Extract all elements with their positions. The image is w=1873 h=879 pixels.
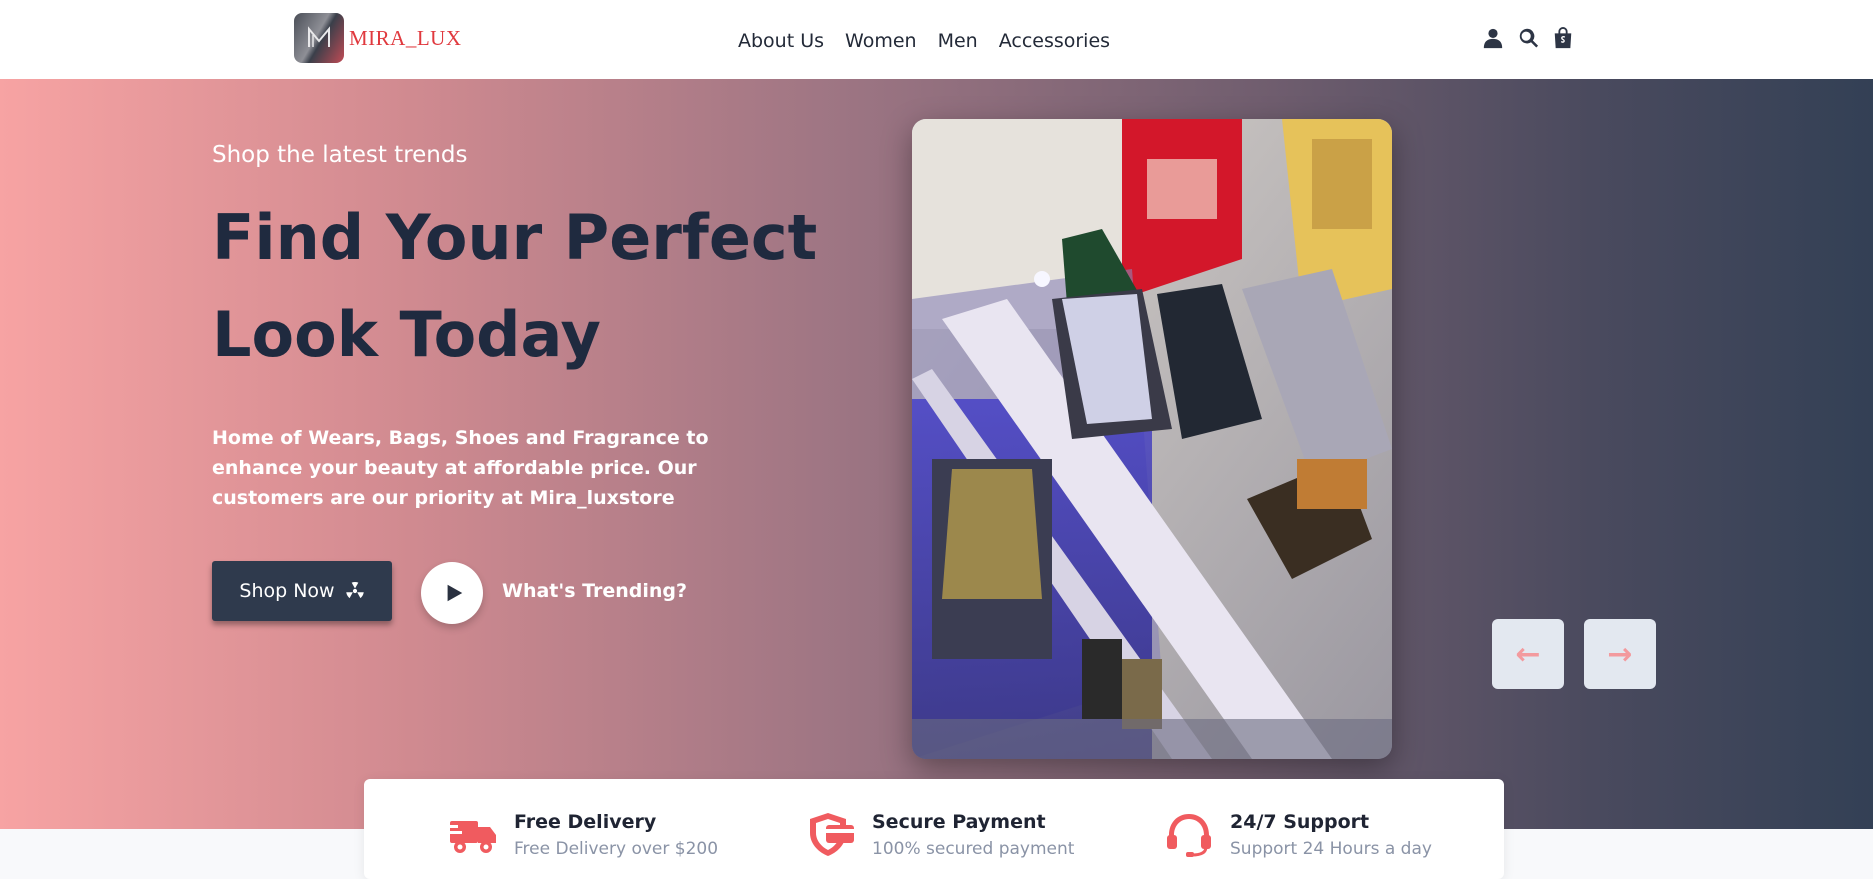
feature-free-delivery: Free Delivery Free Delivery over $200 (448, 811, 718, 859)
nav-item-accessories[interactable]: Accessories (999, 30, 1110, 52)
store-interior-photo (912, 119, 1392, 759)
whats-trending-link[interactable]: What's Trending? (502, 580, 687, 602)
feature-secure-payment: Secure Payment 100% secured payment (806, 811, 1074, 859)
mira-monogram-logo-icon (308, 26, 330, 47)
features-bar: Free Delivery Free Delivery over $200 Se… (364, 779, 1504, 879)
hero-title: Find Your Perfect Look Today (212, 201, 818, 371)
carousel-prev-button[interactable]: ← (1492, 619, 1564, 689)
user-icon[interactable] (1482, 27, 1504, 49)
main-nav: About Us Women Men Accessories (738, 30, 1131, 52)
shield-card-icon (806, 811, 856, 857)
header-actions (1482, 27, 1574, 49)
feature-subtitle: Free Delivery over $200 (514, 839, 719, 859)
hero-store-image (912, 119, 1392, 759)
hero-subtitle: Shop the latest trends (212, 142, 468, 168)
shop-now-button[interactable]: Shop Now (212, 561, 392, 621)
radiation-icon (345, 582, 364, 599)
feature-title: Secure Payment (872, 811, 1046, 833)
brand-logo[interactable] (294, 13, 344, 63)
search-icon[interactable] (1517, 27, 1539, 49)
hero-section: Shop the latest trends Find Your Perfect… (0, 79, 1873, 829)
brand-name[interactable]: MIRA_LUX (349, 26, 462, 51)
site-header: MIRA_LUX About Us Women Men Accessories (0, 0, 1873, 79)
feature-title: Free Delivery (514, 811, 657, 833)
nav-item-women[interactable]: Women (845, 30, 917, 52)
nav-item-men[interactable]: Men (938, 30, 978, 52)
play-video-button[interactable] (421, 562, 483, 624)
shop-now-label: Shop Now (239, 580, 335, 602)
hero-description: Home of Wears, Bags, Shoes and Fragrance… (212, 427, 709, 509)
carousel-next-button[interactable]: → (1584, 619, 1656, 689)
headset-icon (1164, 811, 1214, 857)
feature-title: 24/7 Support (1230, 811, 1370, 833)
play-icon (447, 584, 462, 602)
shopping-bag-icon[interactable] (1552, 27, 1574, 49)
feature-support: 24/7 Support Support 24 Hours a day (1164, 811, 1432, 859)
feature-subtitle: 100% secured payment (872, 839, 1075, 859)
nav-item-about-us[interactable]: About Us (738, 30, 824, 52)
feature-subtitle: Support 24 Hours a day (1230, 839, 1432, 859)
truck-icon (448, 811, 498, 857)
